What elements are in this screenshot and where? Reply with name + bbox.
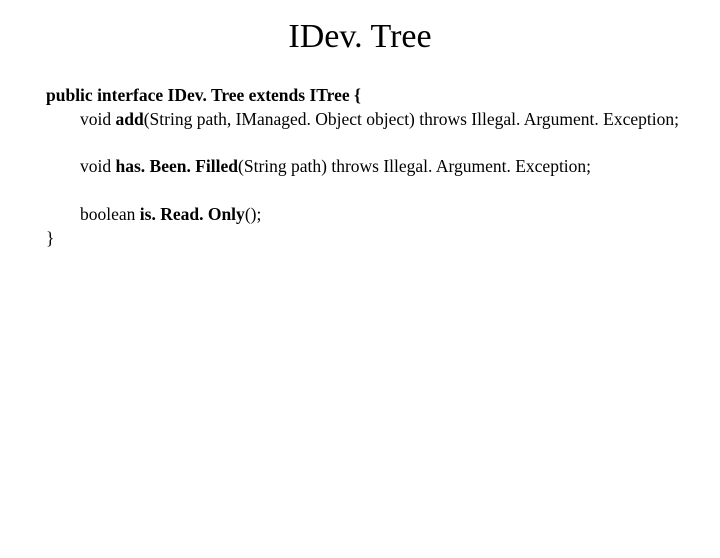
method-add-name: add bbox=[116, 109, 144, 129]
method-hbf-pre: void bbox=[80, 156, 116, 176]
close-brace: } bbox=[46, 227, 690, 251]
method-hasbeenfilled-line: void has. Been. Filled(String path) thro… bbox=[46, 155, 690, 179]
method-add-post: (String path, IManaged. Object object) t… bbox=[144, 109, 679, 129]
interface-decl-line: public interface IDev. Tree extends ITre… bbox=[46, 84, 690, 108]
method-hbf-name: has. Been. Filled bbox=[116, 156, 239, 176]
method-iro-post: (); bbox=[245, 204, 262, 224]
method-isreadonly-line: boolean is. Read. Only(); bbox=[46, 203, 690, 227]
slide: IDev. Tree public interface IDev. Tree e… bbox=[0, 18, 720, 558]
code-body: public interface IDev. Tree extends ITre… bbox=[0, 84, 720, 250]
method-iro-name: is. Read. Only bbox=[140, 204, 245, 224]
interface-decl-text: public interface IDev. Tree extends ITre… bbox=[46, 85, 361, 105]
slide-title: IDev. Tree bbox=[0, 18, 720, 56]
method-add-line: void add(String path, IManaged. Object o… bbox=[46, 108, 690, 132]
method-add-pre: void bbox=[80, 109, 116, 129]
method-iro-pre: boolean bbox=[80, 204, 140, 224]
method-hbf-post: (String path) throws Illegal. Argument. … bbox=[238, 156, 591, 176]
